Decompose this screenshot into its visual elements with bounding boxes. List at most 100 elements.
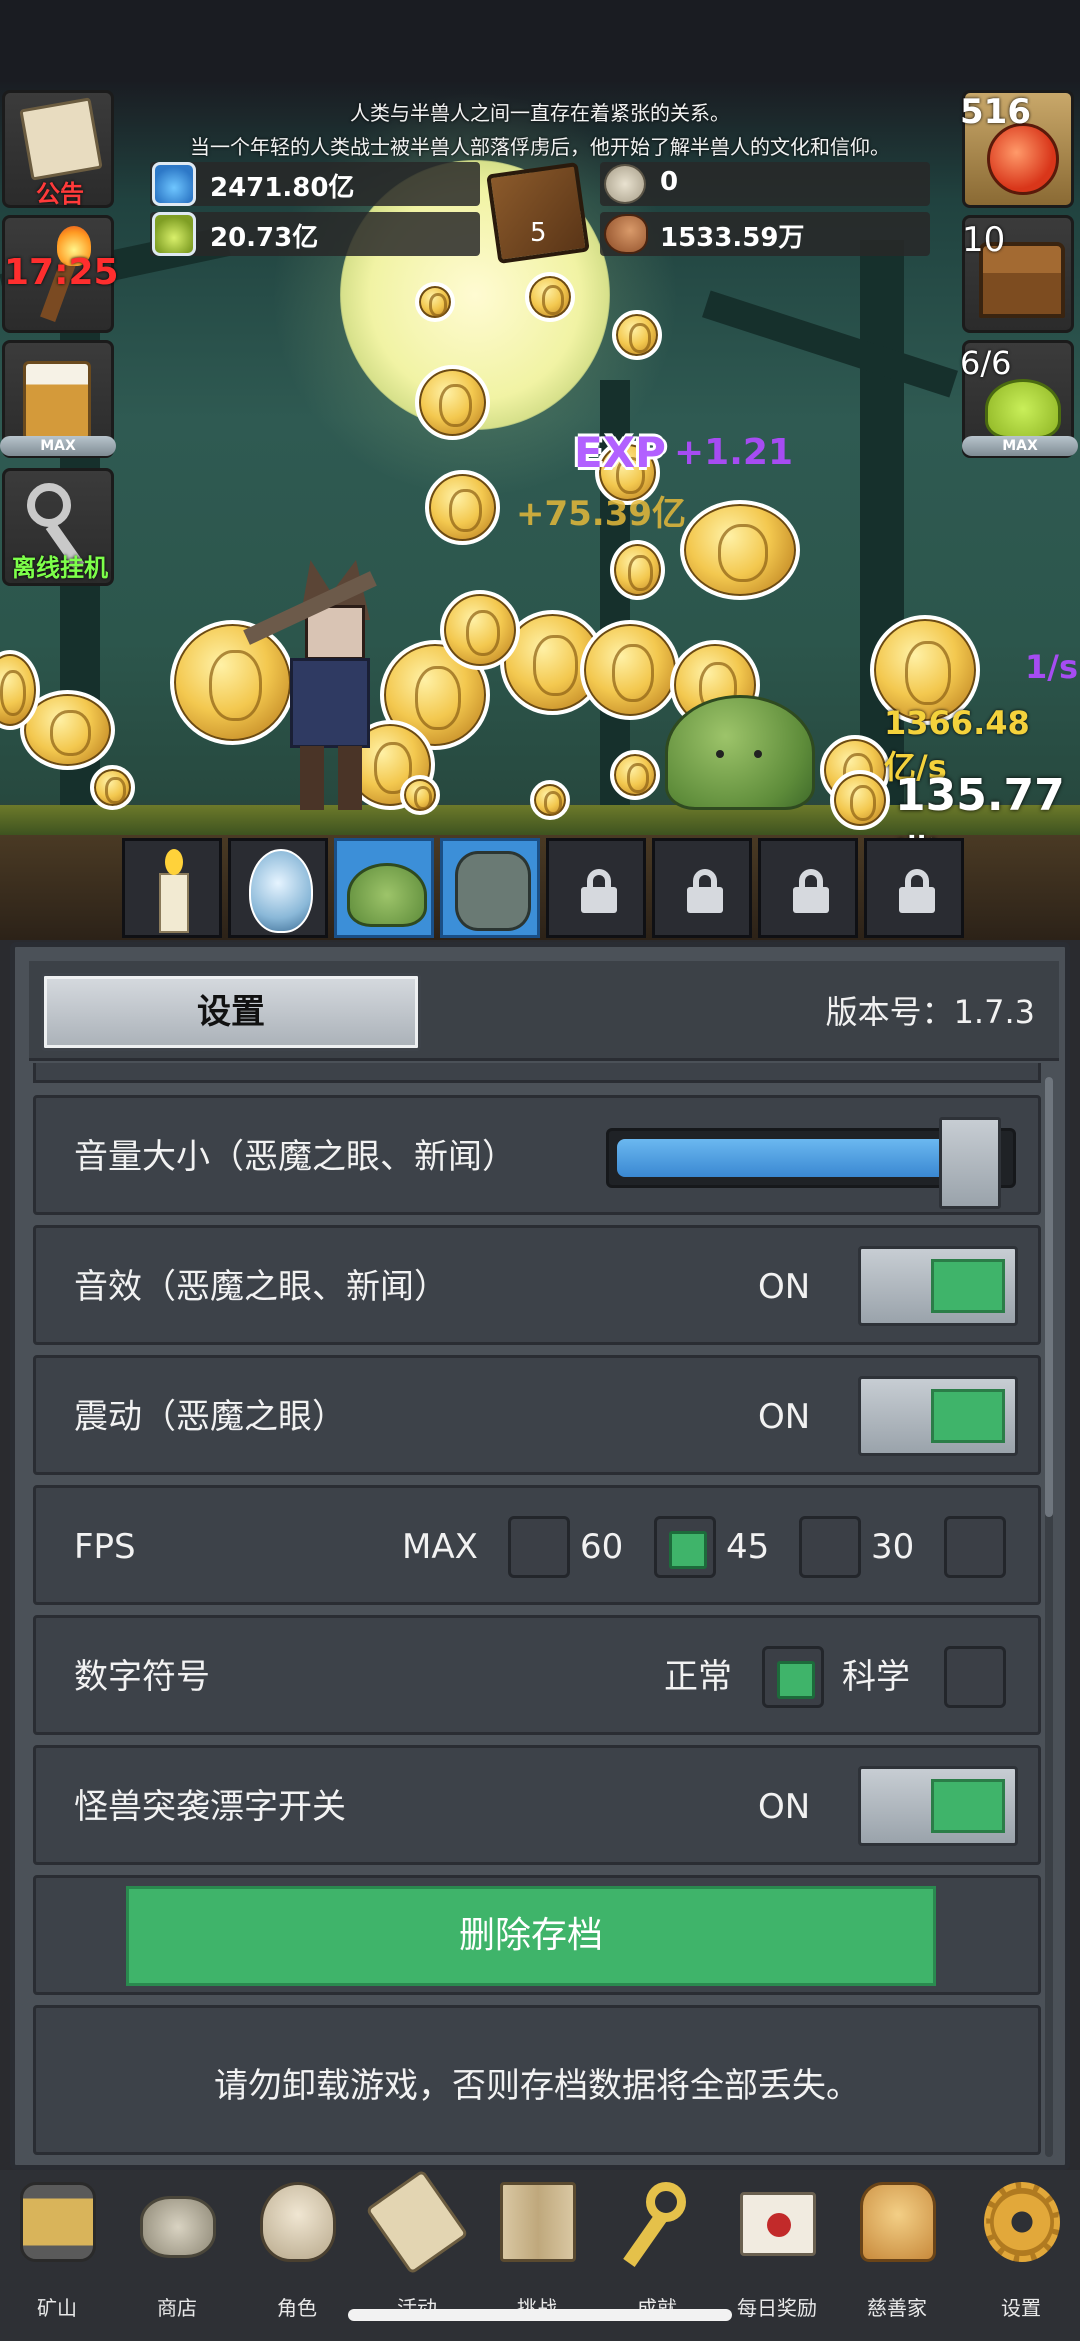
volume-slider-fill — [617, 1139, 955, 1177]
slot-zombie[interactable] — [440, 838, 540, 938]
toggle-knob — [931, 1259, 1005, 1313]
slot-locked-3[interactable] — [758, 838, 858, 938]
nav-daily-reward-label: 每日奖励 — [737, 2296, 817, 2320]
slot-candle[interactable] — [122, 838, 222, 938]
lock-icon — [687, 869, 723, 913]
warrior-character — [243, 560, 390, 810]
fps-option-45-label: 45 — [726, 1527, 770, 1567]
wax-seal-icon — [767, 2213, 791, 2237]
fps-option-max-checkbox[interactable] — [508, 1516, 570, 1578]
exp-gain: +1.21 — [674, 432, 793, 473]
slime-count: 6/6 — [960, 344, 1012, 382]
gear-icon — [984, 2182, 1060, 2262]
letter-icon — [740, 2192, 816, 2256]
gold-coin — [680, 500, 800, 600]
slime-pet-icon — [347, 863, 427, 927]
volume-slider-thumb[interactable] — [939, 1117, 1001, 1209]
gold-coin — [610, 540, 665, 600]
candle-flame-icon — [165, 849, 183, 875]
story-text: 人类与半兽人之间一直存在着紧张的关系。 当一个年轻的人类战士被半兽人部落俘虏后，… — [100, 96, 980, 164]
spellbook-count: 5 — [530, 218, 547, 248]
uninstall-warning: 请勿卸载游戏，否则存档数据将全部丢失。 — [214, 2066, 860, 2106]
slot-locked-4[interactable] — [864, 838, 964, 938]
scroll-icon — [19, 97, 103, 181]
story-line-1: 人类与半兽人之间一直存在着紧张的关系。 — [350, 101, 730, 125]
number-scientific-checkbox[interactable] — [944, 1646, 1006, 1708]
story-line-2: 当一个年轻的人类战士被半兽人部落俘虏后，他开始了解半兽人的文化和信仰。 — [190, 135, 890, 159]
slime-icon — [985, 379, 1061, 439]
sfx-row: 音效（恶魔之眼、新闻） ON — [33, 1225, 1041, 1345]
slime-monster[interactable] — [665, 695, 815, 810]
volume-slider[interactable] — [606, 1117, 1016, 1209]
nav-shop-label: 商店 — [157, 2296, 197, 2320]
lock-icon — [793, 869, 829, 913]
settings-scrollbar[interactable] — [1045, 1077, 1053, 2157]
slot-locked-2[interactable] — [652, 838, 752, 938]
zombie-icon — [455, 851, 531, 931]
nav-character-label: 角色 — [277, 2296, 317, 2320]
fps-option-60-label: 60 — [580, 1527, 624, 1567]
fps-row: FPS MAX 60 45 30 — [33, 1485, 1041, 1605]
sfx-state: ON — [758, 1267, 811, 1307]
settings-scrollbar-thumb[interactable] — [1045, 1077, 1053, 1517]
toggle-knob — [931, 1779, 1005, 1833]
vibration-state: ON — [758, 1397, 811, 1437]
exp-label: EXP — [574, 428, 666, 477]
gold-coin — [525, 272, 575, 322]
stone-icon — [604, 164, 646, 204]
scroll-cutoff-row — [33, 1063, 1041, 1083]
fps-option-max-label: MAX — [402, 1527, 478, 1567]
golden-key-shaft — [623, 2213, 667, 2267]
fps-label: FPS — [74, 1527, 136, 1567]
stone-amount: 0 — [660, 167, 679, 197]
vibration-toggle[interactable] — [858, 1376, 1018, 1456]
settings-header: 设置 版本号：1.7.3 — [29, 961, 1059, 1061]
nav-settings-label: 设置 — [1001, 2296, 1041, 2320]
gold-coin — [440, 590, 520, 670]
gold-coin — [400, 775, 440, 815]
chest-count: 10 — [962, 220, 1006, 260]
game-scene[interactable]: 人类与半兽人之间一直存在着紧张的关系。 当一个年轻的人类战士被半兽人部落俘虏后，… — [0, 0, 1080, 940]
slot-slime[interactable] — [334, 838, 434, 938]
delete-save-row: 删除存档 — [33, 1875, 1041, 1995]
tree-right-branch — [702, 290, 958, 398]
fps-option-60-checkbox[interactable] — [654, 1516, 716, 1578]
slime-max-tag: MAX — [962, 436, 1078, 456]
monster-text-toggle[interactable] — [858, 1766, 1018, 1846]
gold-coin — [415, 282, 455, 322]
map-icon — [500, 2182, 576, 2262]
delete-save-button[interactable]: 删除存档 — [126, 1886, 936, 1986]
home-indicator[interactable] — [348, 2309, 732, 2321]
gold-coin — [415, 365, 490, 440]
fps-option-45-checkbox[interactable] — [799, 1516, 861, 1578]
lock-icon — [581, 869, 617, 913]
lock-icon — [899, 869, 935, 913]
number-normal-label: 正常 — [664, 1657, 732, 1697]
resource-bar-stone — [600, 162, 930, 206]
volume-label: 音量大小（恶魔之眼、新闻） — [74, 1137, 516, 1177]
gold-coin — [610, 750, 660, 800]
version-label: 版本号：1.7.3 — [825, 993, 1035, 1031]
green-potion-amount: 20.73亿 — [210, 223, 319, 253]
nav-philanthropist-label: 慈善家 — [867, 2296, 927, 2320]
slot-locked-1[interactable] — [546, 838, 646, 938]
lantern-icon — [20, 2182, 96, 2262]
monster-text-row: 怪兽突袭漂字开关 ON — [33, 1745, 1041, 1865]
slot-egg[interactable] — [228, 838, 328, 938]
settings-title-tab[interactable]: 设置 — [41, 973, 421, 1051]
number-normal-checkbox[interactable] — [762, 1646, 824, 1708]
warning-row: 请勿卸载游戏，否则存档数据将全部丢失。 — [33, 2005, 1041, 2155]
meat-amount: 1533.59万 — [660, 223, 805, 253]
number-scientific-label: 科学 — [842, 1657, 910, 1697]
gold-coin — [425, 470, 500, 545]
notice-label: 公告 — [36, 180, 84, 208]
gold-coin — [530, 780, 570, 820]
monster-text-state: ON — [758, 1787, 811, 1827]
skull-icon — [260, 2182, 336, 2262]
monster-text-label: 怪兽突袭漂字开关 — [74, 1787, 346, 1827]
sfx-label: 音效（恶魔之眼、新闻） — [74, 1267, 448, 1307]
number-format-row: 数字符号 正常 科学 — [33, 1615, 1041, 1735]
fps-option-30-checkbox[interactable] — [944, 1516, 1006, 1578]
spellbook-icon[interactable] — [486, 162, 590, 264]
sfx-toggle[interactable] — [858, 1246, 1018, 1326]
